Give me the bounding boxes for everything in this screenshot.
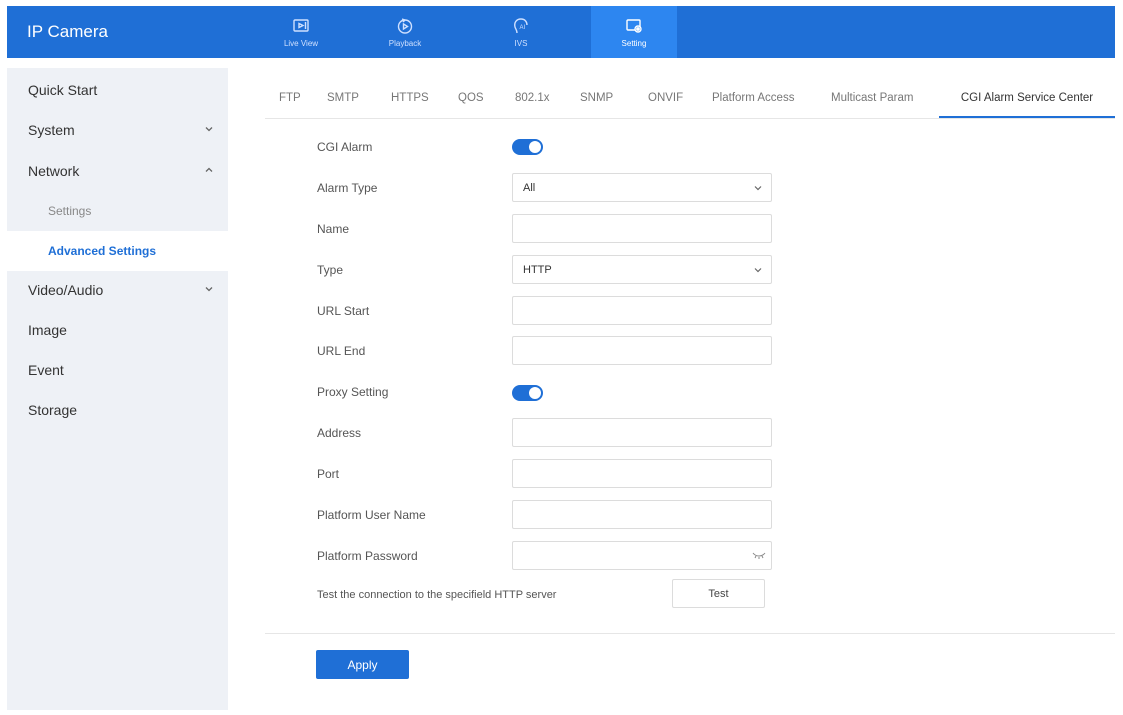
url-start-field[interactable] [512, 296, 772, 325]
port-label: Port [317, 467, 340, 481]
sidebar-item-label: Quick Start [28, 82, 98, 98]
sidebar-item-quick-start[interactable]: Quick Start [7, 70, 228, 110]
type-label: Type [317, 263, 344, 277]
tab-https[interactable]: HTTPS [391, 80, 429, 116]
tab-multicast-param[interactable]: Multicast Param [831, 80, 913, 116]
sidebar-item-storage[interactable]: Storage [7, 390, 228, 430]
sidebar-subitem-settings[interactable]: Settings [7, 191, 228, 231]
sidebar-item-label: Advanced Settings [48, 244, 157, 258]
cgi-alarm-label: CGI Alarm [317, 140, 373, 154]
setting-icon [626, 19, 642, 33]
proxy-setting-toggle[interactable] [512, 385, 543, 401]
tab-onvif[interactable]: ONVIF [648, 80, 683, 116]
tab-ftp[interactable]: FTP [279, 80, 301, 116]
tab-snmp[interactable]: SNMP [580, 80, 613, 116]
test-connection-label: Test the connection to the specifield HT… [317, 589, 557, 601]
sidebar-item-label: Settings [48, 204, 92, 218]
platform-password-wrapper [512, 541, 772, 570]
type-select[interactable]: HTTP [512, 255, 772, 284]
tab-bar: FTP SMTP HTTPS QOS 802.1x SNMP ONVIF Pla… [265, 80, 1115, 119]
sidebar-subitem-advanced-settings[interactable]: Advanced Settings [7, 231, 228, 271]
playback-icon [397, 18, 413, 34]
chevron-down-icon [205, 287, 213, 292]
ivs-icon: AI [514, 18, 528, 34]
sidebar-item-event[interactable]: Event [7, 350, 228, 390]
sidebar-item-label: Image [28, 322, 67, 338]
chevron-down-icon [754, 268, 762, 273]
app-title: IP Camera [27, 22, 108, 41]
tab-smtp[interactable]: SMTP [327, 80, 359, 116]
select-value: HTTP [523, 263, 552, 276]
top-bar: IP Camera Live View Playback AI IVS Sett… [7, 6, 1115, 58]
divider [265, 633, 1115, 634]
url-start-label: URL Start [317, 304, 370, 318]
chevron-down-icon [205, 127, 213, 132]
name-field[interactable] [512, 214, 772, 243]
alarm-type-select[interactable]: All [512, 173, 772, 202]
svg-text:AI: AI [520, 25, 526, 31]
sidebar-item-label: System [28, 122, 75, 138]
sidebar-item-label: Event [28, 362, 64, 378]
select-value: All [523, 181, 536, 194]
eye-closed-icon[interactable] [752, 550, 766, 560]
platform-user-name-label: Platform User Name [317, 508, 426, 522]
port-field[interactable] [512, 459, 772, 488]
nav-live-view[interactable]: Live View [258, 6, 344, 58]
url-end-label: URL End [317, 344, 366, 358]
tab-platform-access[interactable]: Platform Access [712, 80, 794, 116]
apply-button[interactable]: Apply [316, 650, 409, 679]
address-label: Address [317, 426, 362, 440]
platform-user-name-field[interactable] [512, 500, 772, 529]
sidebar-item-label: Storage [28, 402, 78, 418]
sidebar-item-network[interactable]: Network [7, 151, 228, 191]
sidebar-item-label: Network [28, 163, 80, 179]
sidebar: Quick Start System Network Settings Adva… [7, 68, 228, 710]
alarm-type-label: Alarm Type [317, 181, 378, 195]
nav-label: IVS [514, 39, 528, 48]
chevron-up-icon [205, 167, 213, 172]
live-view-icon [293, 19, 309, 32]
test-button[interactable]: Test [672, 579, 765, 608]
nav-label: Setting [621, 39, 647, 48]
platform-password-field[interactable] [512, 541, 772, 570]
tab-802-1x[interactable]: 802.1x [515, 80, 550, 116]
sidebar-item-label: Video/Audio [28, 282, 104, 298]
nav-setting[interactable]: Setting [591, 6, 677, 58]
nav-label: Playback [388, 39, 422, 48]
sidebar-item-image[interactable]: Image [7, 310, 228, 350]
tab-cgi-alarm-service-center[interactable]: CGI Alarm Service Center [939, 80, 1115, 118]
url-end-field[interactable] [512, 336, 772, 365]
proxy-setting-label: Proxy Setting [317, 385, 389, 399]
address-field[interactable] [512, 418, 772, 447]
name-label: Name [317, 222, 350, 236]
nav-label: Live View [283, 39, 319, 48]
toggle-knob [529, 387, 541, 399]
sidebar-item-system[interactable]: System [7, 110, 228, 150]
cgi-alarm-toggle[interactable] [512, 139, 543, 155]
chevron-down-icon [754, 186, 762, 191]
nav-playback[interactable]: Playback [362, 6, 448, 58]
tab-qos[interactable]: QOS [458, 80, 484, 116]
sidebar-item-video-audio[interactable]: Video/Audio [7, 270, 228, 310]
toggle-knob [529, 141, 541, 153]
platform-password-label: Platform Password [317, 549, 418, 563]
nav-ivs[interactable]: AI IVS [478, 6, 564, 58]
